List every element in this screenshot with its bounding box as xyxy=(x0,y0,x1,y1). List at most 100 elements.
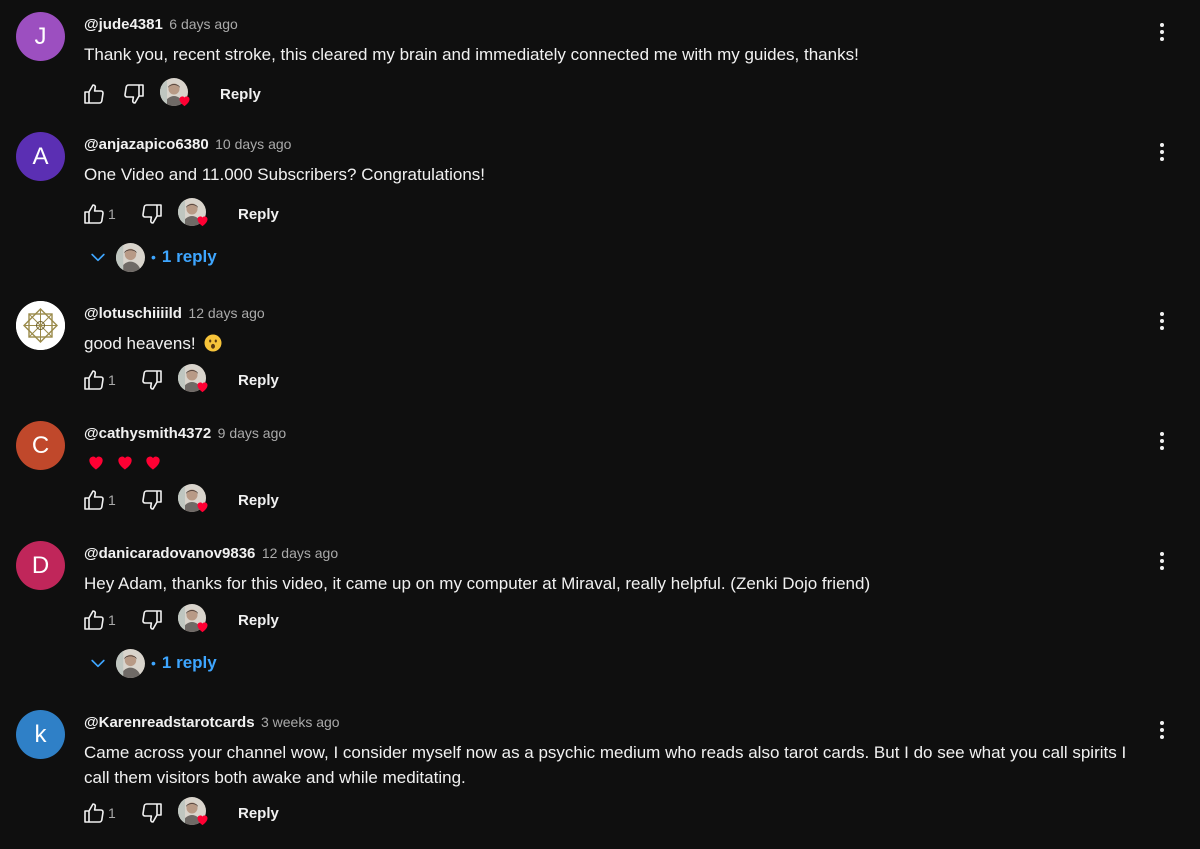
more-actions-button[interactable] xyxy=(1150,429,1174,453)
dislike-icon xyxy=(140,368,164,392)
avatar[interactable]: k xyxy=(16,710,65,759)
comment-text: One Video and 11.000 Subscribers? Congra… xyxy=(84,165,486,184)
like-icon xyxy=(82,488,106,512)
comment-time[interactable]: 10 days ago xyxy=(215,136,291,152)
comment-header: @cathysmith4372 9 days ago xyxy=(84,425,286,445)
comment-header: @Karenreadstarotcards 3 weeks ago xyxy=(84,714,340,734)
more-vert-icon xyxy=(1150,20,1174,44)
comment-time[interactable]: 9 days ago xyxy=(218,425,287,441)
comment-time[interactable]: 12 days ago xyxy=(262,545,338,561)
more-vert-icon xyxy=(1150,549,1174,573)
more-actions-button[interactable] xyxy=(1150,549,1174,573)
comment-author[interactable]: @Karenreadstarotcards xyxy=(84,714,255,731)
avatar-letter: k xyxy=(34,720,47,748)
like-count: 1 xyxy=(108,612,116,628)
more-actions-button[interactable] xyxy=(1150,20,1174,44)
creator-heart-icon xyxy=(177,93,192,108)
avatar[interactable]: J xyxy=(16,12,65,61)
more-vert-icon xyxy=(1150,309,1174,333)
like-icon xyxy=(82,368,106,392)
dislike-button[interactable] xyxy=(138,366,166,394)
comment-header: @jude4381 6 days ago xyxy=(84,16,238,36)
comment-text: Hey Adam, thanks for this video, it came… xyxy=(84,574,871,593)
dislike-button[interactable] xyxy=(138,799,166,827)
like-button[interactable] xyxy=(80,486,108,514)
dislike-button[interactable] xyxy=(120,80,148,108)
reply-button[interactable]: Reply xyxy=(238,484,279,516)
comment-author[interactable]: @anjazapico6380 xyxy=(84,136,209,153)
reply-button[interactable]: Reply xyxy=(220,78,261,110)
dislike-button[interactable] xyxy=(138,486,166,514)
avatar[interactable] xyxy=(16,301,65,350)
red-heart-emoji-icon xyxy=(115,452,135,472)
creator-heart-icon xyxy=(195,379,210,394)
comment-author[interactable]: @jude4381 xyxy=(84,16,163,33)
separator-dot: • xyxy=(151,655,156,671)
comment-text: good heavens! xyxy=(84,334,196,353)
creator-heart-badge xyxy=(178,604,210,636)
dislike-icon xyxy=(140,608,164,632)
comment-time[interactable]: 3 weeks ago xyxy=(261,714,340,730)
dislike-icon xyxy=(140,488,164,512)
separator-dot: • xyxy=(151,249,156,265)
more-vert-icon xyxy=(1150,718,1174,742)
like-count: 1 xyxy=(108,372,116,388)
comment-text: Thank you, recent stroke, this cleared m… xyxy=(84,45,859,64)
reply-button[interactable]: Reply xyxy=(238,604,279,636)
comment-time[interactable]: 12 days ago xyxy=(188,305,264,321)
replies-count: 1 reply xyxy=(161,653,217,672)
reply-button[interactable]: Reply xyxy=(238,198,279,230)
replies-count: 1 reply xyxy=(161,247,217,266)
comment-header: @danicaradovanov9836 12 days ago xyxy=(84,545,338,565)
dislike-button[interactable] xyxy=(138,606,166,634)
like-count: 1 xyxy=(108,206,116,222)
dislike-icon xyxy=(122,82,146,106)
creator-heart-badge xyxy=(178,364,210,396)
more-actions-button[interactable] xyxy=(1150,718,1174,742)
comment-header: @lotuschiiiild 12 days ago xyxy=(84,305,265,325)
like-button[interactable] xyxy=(80,799,108,827)
astonished-face-emoji-icon xyxy=(204,334,222,352)
dislike-button[interactable] xyxy=(138,200,166,228)
comment-author[interactable]: @cathysmith4372 xyxy=(84,425,211,442)
creator-heart-icon xyxy=(195,812,210,827)
reply-button[interactable]: Reply xyxy=(238,797,279,829)
view-replies-button[interactable]: • 1 reply xyxy=(84,241,217,273)
view-replies-button[interactable]: • 1 reply xyxy=(84,647,217,679)
like-button[interactable] xyxy=(80,80,108,108)
chevron-down-icon xyxy=(84,243,112,271)
like-button[interactable] xyxy=(80,200,108,228)
avatar[interactable]: A xyxy=(16,132,65,181)
avatar-letter: J xyxy=(34,22,47,50)
comment-header: @anjazapico6380 10 days ago xyxy=(84,136,291,156)
comment-author[interactable]: @danicaradovanov9836 xyxy=(84,545,255,562)
comment-text-row: good heavens! xyxy=(84,331,1144,356)
more-actions-button[interactable] xyxy=(1150,140,1174,164)
comment-author[interactable]: @lotuschiiiild xyxy=(84,305,182,322)
red-heart-emoji-icon xyxy=(86,452,106,472)
like-button[interactable] xyxy=(80,366,108,394)
like-count: 1 xyxy=(108,492,116,508)
like-icon xyxy=(82,801,106,825)
avatar-letter: D xyxy=(31,551,50,579)
like-button[interactable] xyxy=(80,606,108,634)
reply-button[interactable]: Reply xyxy=(238,364,279,396)
like-icon xyxy=(82,608,106,632)
creator-heart-icon xyxy=(195,499,210,514)
avatar-letter: A xyxy=(32,142,49,170)
avatar-letter: C xyxy=(31,431,50,459)
comment-text-hearts xyxy=(86,451,1146,476)
more-actions-button[interactable] xyxy=(1150,309,1174,333)
like-icon xyxy=(82,202,106,226)
dislike-icon xyxy=(140,202,164,226)
creator-avatar xyxy=(116,649,145,678)
more-vert-icon xyxy=(1150,140,1174,164)
more-vert-icon xyxy=(1150,429,1174,453)
creator-heart-badge xyxy=(160,78,192,110)
comment-time[interactable]: 6 days ago xyxy=(169,16,238,32)
creator-heart-icon xyxy=(195,213,210,228)
avatar[interactable]: D xyxy=(16,541,65,590)
comments-list: J @jude4381 6 days ago Thank you, recent… xyxy=(0,0,1200,849)
avatar[interactable]: C xyxy=(16,421,65,470)
sacred-geometry-icon xyxy=(16,301,65,350)
